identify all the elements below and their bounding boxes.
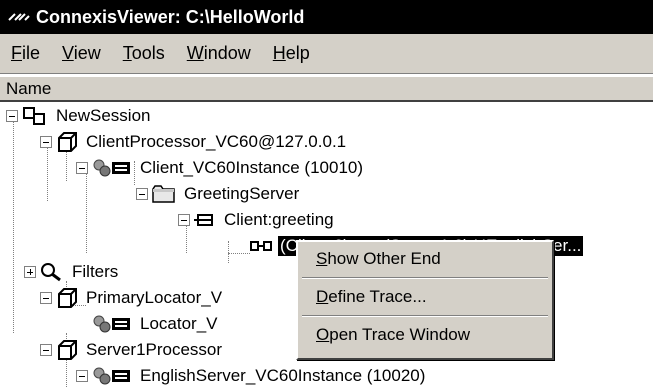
ctx-label: efine Trace... [328, 287, 427, 306]
menu-item-open-trace-window[interactable]: Open Trace Window [298, 318, 552, 352]
tree-node-label: GreetingServer [184, 184, 300, 203]
expand-toggle[interactable] [24, 266, 36, 278]
collapse-toggle[interactable] [40, 344, 52, 356]
tree-node-label: Locator_V [140, 314, 218, 333]
ctx-mnemonic: D [316, 287, 329, 306]
menu-window[interactable]: Window [176, 43, 262, 64]
collapse-toggle[interactable] [178, 214, 190, 226]
tree-node-primary-locator[interactable]: PrimaryLocator_V [40, 285, 224, 311]
instance-icon [93, 159, 130, 177]
tree-node-client-greeting[interactable]: Client:greeting [178, 207, 336, 233]
session-icon [23, 107, 45, 125]
tree-line [228, 253, 250, 254]
tree-node-english-server-instance[interactable]: EnglishServer_VC60Instance (10020) [76, 363, 427, 387]
tree-node-label: Client:greeting [224, 210, 334, 229]
instance-icon [93, 315, 130, 333]
tree-node-label: NewSession [56, 106, 151, 125]
tree-node-label: PrimaryLocator_V [86, 288, 223, 307]
tree-node-greeting-server[interactable]: GreetingServer [136, 181, 301, 207]
app-icon [8, 13, 30, 21]
menu-item-show-other-end[interactable]: Show Other End [298, 242, 552, 276]
tree-node-client-instance[interactable]: Client_VC60Instance (10010) [76, 155, 365, 181]
collapse-toggle[interactable] [136, 188, 148, 200]
menu-help[interactable]: Help [262, 43, 321, 64]
menu-tools-label: ools [131, 43, 165, 63]
processor-icon [58, 288, 77, 308]
filter-icon [41, 263, 61, 282]
collapse-toggle[interactable] [40, 136, 52, 148]
ctx-mnemonic: S [316, 249, 328, 268]
tree-node-locator-instance[interactable]: Locator_V [92, 311, 220, 337]
menu-item-define-trace[interactable]: Define Trace... [298, 280, 552, 314]
processor-icon [58, 340, 77, 360]
ctx-mnemonic: O [316, 325, 330, 344]
collapse-toggle[interactable] [6, 110, 18, 122]
folder-icon [152, 185, 175, 203]
port-icon [194, 214, 213, 226]
menu-file-label: ile [22, 43, 41, 63]
menu-help-label: elp [285, 43, 310, 63]
ctx-label: how Other End [327, 249, 441, 268]
tree-line [228, 241, 229, 263]
tree-node-server1-processor[interactable]: Server1Processor [40, 337, 224, 363]
tree-node-filters[interactable]: Filters [24, 259, 120, 285]
tree-node-label: ClientProcessor_VC60@127.0.0.1 [86, 132, 347, 151]
menu-view[interactable]: View [51, 43, 112, 64]
menu-bar: File View Tools Window Help [0, 34, 653, 74]
menu-view-mnemonic: V [62, 43, 74, 63]
column-header-name[interactable]: Name [0, 76, 653, 102]
menu-help-mnemonic: H [272, 43, 286, 63]
column-header-label: Name [6, 78, 52, 98]
tree-node-label: EnglishServer_VC60Instance (10020) [140, 366, 426, 385]
tree-node-label: Filters [72, 262, 119, 281]
ctx-label: pen Trace Window [329, 325, 471, 344]
window-title: ConnexisViewer: C:\HelloWorld [36, 6, 305, 27]
menu-separator [302, 277, 548, 279]
collapse-toggle[interactable] [40, 292, 52, 304]
processor-icon [58, 132, 77, 152]
menu-tools[interactable]: Tools [112, 43, 176, 64]
menu-window-label: indow [203, 43, 251, 63]
tree-node-client-processor[interactable]: ClientProcessor_VC60@127.0.0.1 [40, 129, 348, 155]
tree-node-newsession[interactable]: NewSession [6, 103, 153, 129]
collapse-toggle[interactable] [76, 162, 88, 174]
menu-window-mnemonic: W [186, 43, 204, 63]
menu-tools-mnemonic: T [122, 43, 132, 63]
title-bar[interactable]: ConnexisViewer: C:\HelloWorld [0, 0, 653, 34]
connexis-viewer-window: ConnexisViewer: C:\HelloWorld File View … [0, 0, 653, 387]
instance-icon [93, 367, 130, 385]
tree-node-label: Server1Processor [86, 340, 223, 359]
menu-separator [302, 315, 548, 317]
collapse-toggle[interactable] [76, 370, 88, 382]
tree-line [13, 117, 14, 333]
menu-view-label: iew [73, 43, 101, 63]
connection-icon [250, 241, 272, 251]
tree-node-label: Client_VC60Instance (10010) [140, 158, 364, 177]
context-menu: Show Other End Define Trace... Open Trac… [296, 240, 554, 360]
menu-file[interactable]: File [0, 43, 51, 64]
menu-file-mnemonic: F [11, 43, 22, 63]
tree-line [86, 169, 87, 253]
